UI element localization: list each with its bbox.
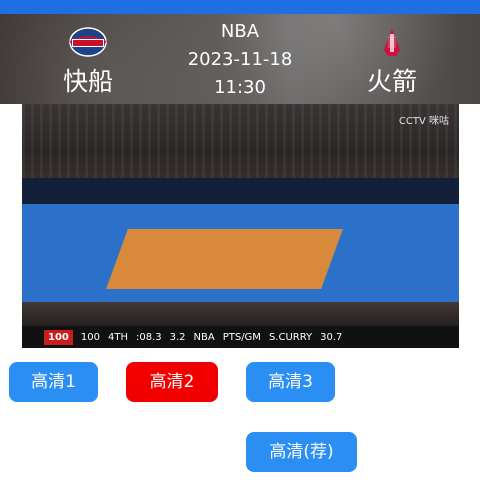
away-team[interactable]: 火箭	[332, 14, 452, 104]
home-score: 100	[80, 331, 100, 343]
league-badge: NBA	[193, 331, 215, 343]
hd3-button[interactable]: 高清3	[246, 362, 335, 402]
league-label: NBA	[220, 21, 260, 42]
match-time: 11:30	[214, 77, 266, 98]
match-meta: NBA 2023-11-18 11:30	[165, 18, 315, 102]
match-header: 快船 NBA 2023-11-18 11:30 火箭	[0, 14, 480, 104]
top-accent-bar	[0, 0, 480, 14]
match-date: 2023-11-18	[187, 49, 293, 70]
away-score: 100	[44, 329, 73, 345]
player-stat: 30.7	[320, 331, 343, 343]
scorebar: 100 100 4TH :08.3 3.2 NBA PTS/GM S.CURRY…	[22, 326, 459, 348]
player-name: S.CURRY	[268, 331, 313, 343]
stat-label: PTS/GM	[222, 331, 261, 343]
home-team[interactable]: 快船	[28, 14, 148, 104]
rockets-logo-icon	[384, 29, 400, 56]
video-player[interactable]: CCTV 咪咕 100 100 4TH :08.3 3.2 NBA PTS/GM…	[22, 104, 459, 348]
hd1-button[interactable]: 高清1	[9, 362, 98, 402]
video-paint	[106, 229, 343, 289]
broadcast-watermark: CCTV 咪咕	[398, 116, 449, 127]
quarter: 4TH	[107, 331, 128, 343]
hd2-button[interactable]: 高清2	[126, 362, 218, 402]
away-team-name: 火箭	[366, 67, 417, 96]
hd-recommended-button[interactable]: 高清(荐)	[246, 432, 357, 472]
clippers-logo-icon	[69, 27, 107, 57]
shot-clock: 3.2	[169, 331, 186, 343]
game-clock: :08.3	[135, 331, 162, 343]
home-team-name: 快船	[62, 67, 113, 96]
